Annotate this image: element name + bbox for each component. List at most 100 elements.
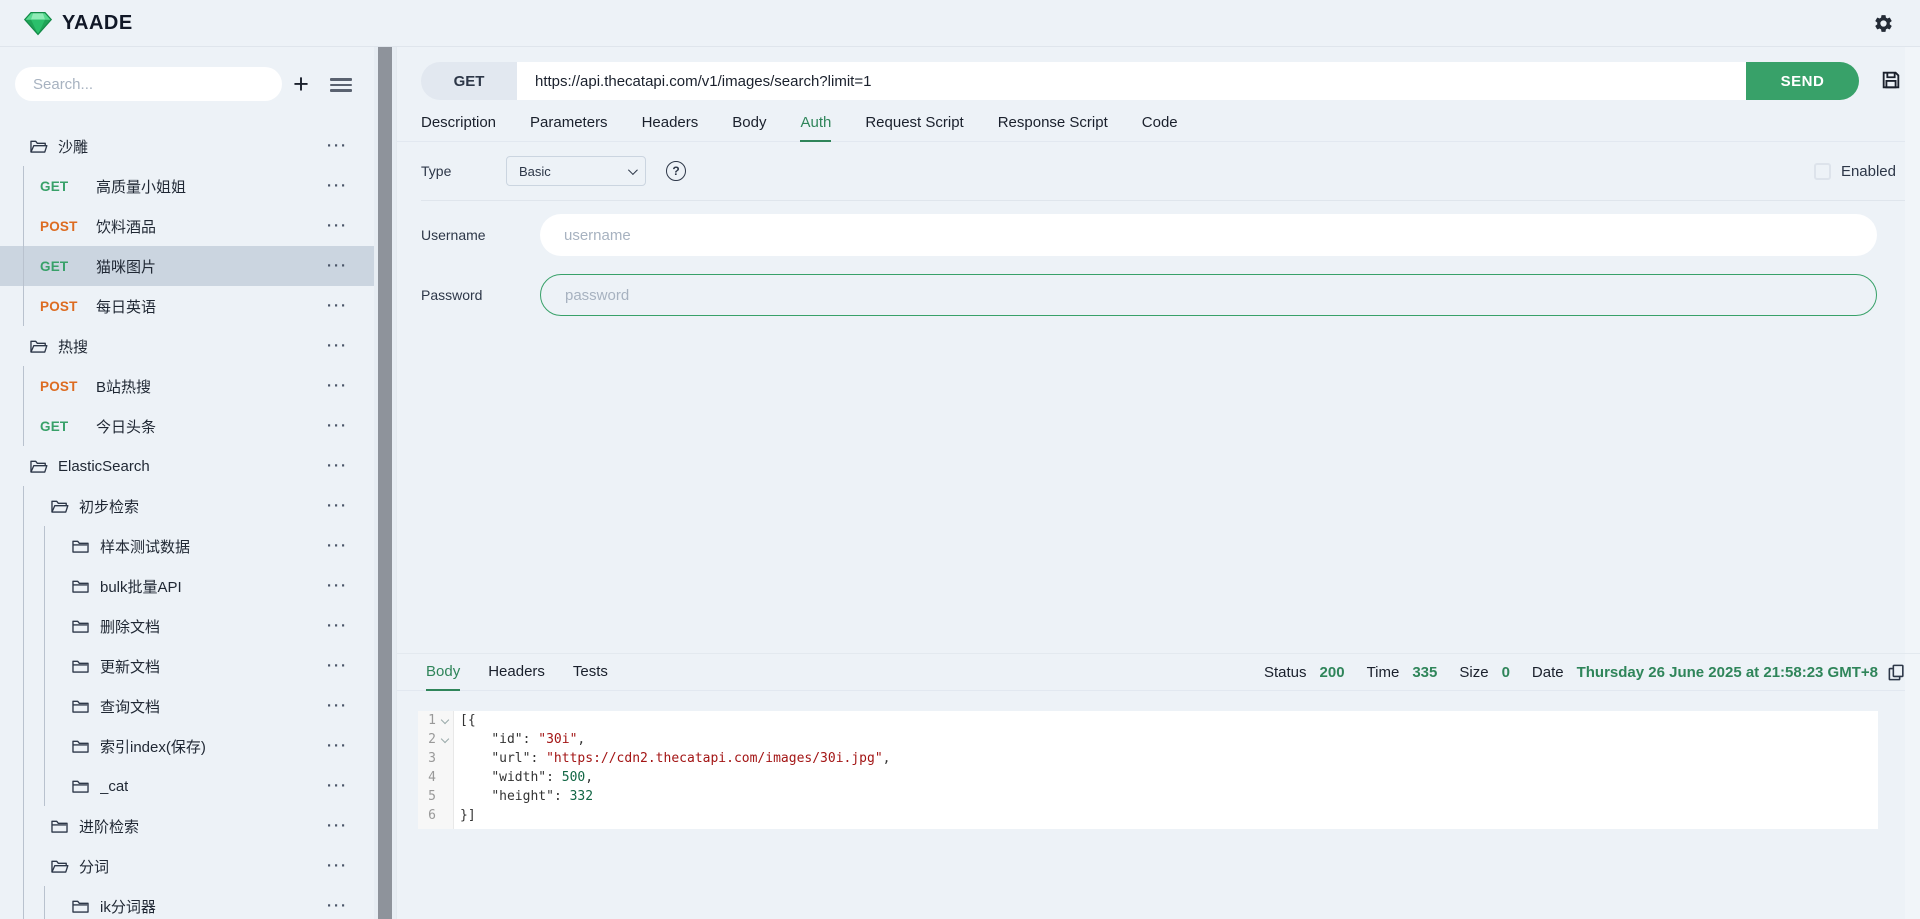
item-options-icon[interactable]: ··· bbox=[327, 378, 348, 395]
item-options-icon[interactable]: ··· bbox=[327, 138, 348, 155]
indent-guide bbox=[23, 806, 24, 846]
code-text: "height": 332 bbox=[454, 787, 593, 806]
item-options-icon[interactable]: ··· bbox=[327, 618, 348, 635]
save-icon[interactable] bbox=[1880, 69, 1902, 91]
tree-folder-item[interactable]: 初步检索··· bbox=[0, 486, 374, 526]
tree-item-label: 每日英语 bbox=[96, 296, 156, 317]
tree-folder-item[interactable]: 查询文档··· bbox=[0, 686, 374, 726]
folder-open-icon bbox=[50, 497, 69, 516]
tab-code[interactable]: Code bbox=[1142, 105, 1178, 142]
auth-type-label: Type bbox=[421, 163, 506, 179]
tree-folder-item[interactable]: bulk批量API ··· bbox=[0, 566, 374, 606]
tab-parameters[interactable]: Parameters bbox=[530, 105, 608, 142]
editor-code-lines: 1[{2 "id": "30i",3 "url": "https://cdn2.… bbox=[418, 711, 1878, 825]
indent-guide bbox=[44, 526, 45, 566]
item-options-icon[interactable]: ··· bbox=[327, 738, 348, 755]
tree-item-label: bulk批量API bbox=[100, 576, 182, 597]
tree-request-item[interactable]: POST饮料酒品··· bbox=[0, 206, 374, 246]
sidebar-scrollbar-thumb[interactable] bbox=[378, 47, 392, 919]
tree-folder-item[interactable]: 热搜··· bbox=[0, 326, 374, 366]
tree-item-label: ElasticSearch bbox=[58, 458, 150, 475]
sidebar-tree: 沙雕···GET高质量小姐姐···POST饮料酒品···GET猫咪图片···PO… bbox=[0, 126, 374, 919]
response-tab-headers[interactable]: Headers bbox=[488, 654, 545, 691]
response-meta: Status200Time335Size0DateThursday 26 Jun… bbox=[1264, 654, 1878, 691]
search-input[interactable] bbox=[15, 67, 282, 101]
request-method-badge: GET bbox=[40, 179, 96, 194]
item-options-icon[interactable]: ··· bbox=[327, 258, 348, 275]
tree-request-item[interactable]: GET今日头条··· bbox=[0, 406, 374, 446]
gear-icon[interactable] bbox=[1873, 13, 1894, 34]
meta-value: 200 bbox=[1320, 664, 1345, 681]
response-body-editor[interactable]: 1[{2 "id": "30i",3 "url": "https://cdn2.… bbox=[418, 711, 1878, 829]
tab-auth[interactable]: Auth bbox=[800, 105, 831, 142]
method-select[interactable]: GET bbox=[421, 62, 517, 100]
line-number: 6 bbox=[418, 806, 438, 825]
tab-response-script[interactable]: Response Script bbox=[998, 105, 1108, 142]
sidebar-scrollbar[interactable] bbox=[374, 47, 396, 919]
fold-arrow-icon[interactable] bbox=[438, 730, 454, 749]
fold-arrow-icon[interactable] bbox=[438, 711, 454, 730]
tree-request-item[interactable]: GET猫咪图片··· bbox=[0, 246, 374, 286]
meta-label: Size bbox=[1459, 664, 1488, 681]
folder-open-icon bbox=[29, 457, 48, 476]
line-number: 2 bbox=[418, 730, 438, 749]
tree-request-item[interactable]: POSTB站热搜··· bbox=[0, 366, 374, 406]
response-tab-body[interactable]: Body bbox=[426, 654, 460, 691]
tab-description[interactable]: Description bbox=[421, 105, 496, 142]
password-field[interactable] bbox=[540, 274, 1877, 316]
item-options-icon[interactable]: ··· bbox=[327, 298, 348, 315]
tree-folder-item[interactable]: 样本测试数据 ··· bbox=[0, 526, 374, 566]
tree-item-label: 沙雕 bbox=[58, 136, 88, 157]
item-options-icon[interactable]: ··· bbox=[327, 538, 348, 555]
tree-request-item[interactable]: POST每日英语··· bbox=[0, 286, 374, 326]
item-options-icon[interactable]: ··· bbox=[327, 858, 348, 875]
tree-folder-item[interactable]: 沙雕 ··· bbox=[0, 126, 374, 166]
help-icon[interactable]: ? bbox=[666, 161, 686, 181]
folder-closed-icon bbox=[71, 617, 90, 636]
indent-guide bbox=[23, 286, 24, 326]
request-bar: GET SEND bbox=[421, 62, 1859, 100]
copy-icon[interactable] bbox=[1887, 663, 1906, 682]
tab-body[interactable]: Body bbox=[732, 105, 766, 142]
enabled-checkbox[interactable] bbox=[1814, 163, 1831, 180]
username-field[interactable] bbox=[540, 214, 1877, 256]
fold-gutter bbox=[438, 768, 454, 787]
indent-guide bbox=[23, 886, 24, 919]
send-button[interactable]: SEND bbox=[1746, 62, 1859, 100]
item-options-icon[interactable]: ··· bbox=[327, 338, 348, 355]
tree-item-label: 样本测试数据 bbox=[100, 536, 190, 557]
item-options-icon[interactable]: ··· bbox=[327, 178, 348, 195]
topbar: YAADE bbox=[0, 0, 1920, 47]
item-options-icon[interactable]: ··· bbox=[327, 658, 348, 675]
item-options-icon[interactable]: ··· bbox=[327, 418, 348, 435]
hamburger-menu-icon[interactable] bbox=[330, 75, 352, 95]
tree-folder-item[interactable]: 分词··· bbox=[0, 846, 374, 886]
code-line: 4 "width": 500, bbox=[418, 768, 1878, 787]
app-logo: YAADE bbox=[24, 11, 133, 36]
tree-folder-item[interactable]: 删除文档··· bbox=[0, 606, 374, 646]
response-tab-tests[interactable]: Tests bbox=[573, 654, 608, 691]
tab-headers[interactable]: Headers bbox=[642, 105, 699, 142]
tree-folder-item[interactable]: 索引index(保存)··· bbox=[0, 726, 374, 766]
item-options-icon[interactable]: ··· bbox=[327, 778, 348, 795]
item-options-icon[interactable]: ··· bbox=[327, 898, 348, 915]
auth-type-select[interactable]: Basic bbox=[506, 156, 646, 186]
tree-folder-item[interactable]: _cat··· bbox=[0, 766, 374, 806]
add-collection-button[interactable]: + bbox=[286, 68, 316, 100]
item-options-icon[interactable]: ··· bbox=[327, 218, 348, 235]
item-options-icon[interactable]: ··· bbox=[327, 498, 348, 515]
item-options-icon[interactable]: ··· bbox=[327, 578, 348, 595]
tree-folder-item[interactable]: ElasticSearch ··· bbox=[0, 446, 374, 486]
item-options-icon[interactable]: ··· bbox=[327, 698, 348, 715]
tree-request-item[interactable]: GET高质量小姐姐 ··· bbox=[0, 166, 374, 206]
item-options-icon[interactable]: ··· bbox=[327, 818, 348, 835]
tree-item-label: 高质量小姐姐 bbox=[96, 176, 186, 197]
item-options-icon[interactable]: ··· bbox=[327, 458, 348, 475]
tree-folder-item[interactable]: 更新文档 ··· bbox=[0, 646, 374, 686]
tree-item-label: 更新文档 bbox=[100, 656, 160, 677]
tree-folder-item[interactable]: 进阶检索··· bbox=[0, 806, 374, 846]
auth-divider bbox=[421, 200, 1905, 201]
tree-folder-item[interactable]: ik分词器··· bbox=[0, 886, 374, 919]
url-input[interactable] bbox=[517, 62, 1746, 100]
tab-request-script[interactable]: Request Script bbox=[865, 105, 963, 142]
